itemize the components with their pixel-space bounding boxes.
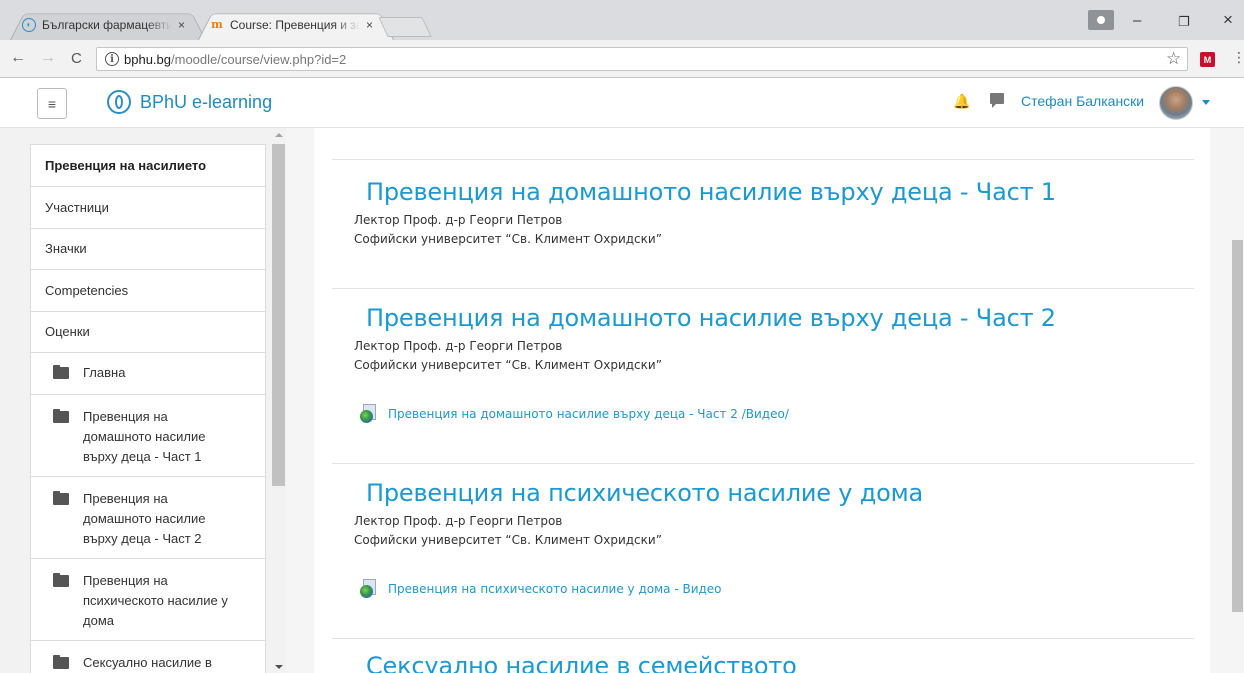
forward-icon[interactable]: →	[40, 49, 56, 67]
folder-icon	[53, 408, 69, 423]
address-path: /moodle/course/view.php?id=2	[171, 51, 347, 67]
drawer-scrollbar[interactable]	[271, 128, 286, 673]
scroll-down-icon[interactable]	[275, 665, 283, 669]
user-menu-name[interactable]: Стефан Балкански	[1021, 93, 1144, 109]
user-menu-caret-icon[interactable]	[1202, 100, 1210, 105]
tab-title: Course: Превенция и за	[230, 17, 360, 32]
window-close-icon[interactable]: ×	[1223, 10, 1233, 30]
address-host: bphu.bg	[124, 51, 171, 67]
profile-icon[interactable]	[1088, 10, 1114, 30]
section-university: Софийски университет “Св. Климент Охридс…	[354, 358, 662, 372]
tab-close-icon[interactable]: ×	[178, 18, 185, 32]
drawer-toggle-button[interactable]: ≡	[37, 88, 67, 119]
moodle-favicon-icon: m	[211, 18, 223, 31]
folder-icon	[53, 490, 69, 505]
course-section-4: Сексуално насилие в семейството	[332, 638, 1194, 673]
activity-label: Превенция на психическото насилие у дома…	[388, 582, 722, 596]
nav-section-3[interactable]: Превенция на психическото насилие у дома	[31, 559, 265, 641]
nav-section-general[interactable]: Главна	[31, 353, 265, 395]
section-title[interactable]: Превенция на домашното насилие върху дец…	[366, 304, 1056, 332]
section-lecturer: Лектор Проф. д-р Георги Петров	[354, 339, 563, 353]
course-content: Превенция на домашното насилие върху дец…	[314, 128, 1210, 673]
globe-shape	[360, 585, 373, 598]
restore-icon[interactable]: ❐	[1178, 14, 1190, 30]
activity-video-link[interactable]: Превенция на домашното насилие върху дец…	[360, 404, 789, 424]
nav-course-title[interactable]: Превенция на насилието	[31, 145, 265, 187]
course-section-1: Превенция на домашното насилие върху дец…	[332, 159, 1194, 288]
section-university: Софийски университет “Св. Климент Охридс…	[354, 533, 662, 547]
site-name-link[interactable]: BPhU e-learning	[140, 92, 272, 113]
nav-competencies[interactable]: Competencies	[31, 270, 265, 312]
course-nav: Превенция на насилието Участници Значки …	[30, 144, 266, 673]
page-scroll-thumb[interactable]	[1232, 240, 1243, 612]
activity-label: Превенция на домашното насилие върху дец…	[388, 407, 789, 421]
tab-title: Български фармацевти	[42, 17, 172, 32]
browser-tab-course[interactable]: m Course: Превенция и за ×	[198, 9, 394, 40]
address-bar[interactable]: i bphu.bg/moodle/course/view.php?id=2	[96, 47, 1188, 71]
folder-icon	[53, 365, 69, 380]
profile-head	[1097, 16, 1105, 24]
site-header: ≡ BPhU e-learning 🔔 Стефан Балкански	[0, 78, 1244, 128]
section-lecturer: Лектор Проф. д-р Георги Петров	[354, 213, 563, 227]
extension-icon[interactable]: M	[1200, 52, 1215, 67]
scroll-up-icon[interactable]	[275, 133, 283, 137]
chat-icon[interactable]	[990, 93, 1004, 108]
section-university: Софийски университет “Св. Климент Охридс…	[354, 232, 662, 246]
nav-section-label: Превенция на психическото насилие у дома	[83, 572, 228, 628]
bookmark-star-icon[interactable]: ☆	[1166, 49, 1181, 69]
section-title[interactable]: Превенция на домашното насилие върху дец…	[366, 178, 1056, 206]
logo-inner	[115, 95, 123, 109]
section-title[interactable]: Превенция на психическото насилие у дома	[366, 479, 923, 507]
section-lecturer: Лектор Проф. д-р Георги Петров	[354, 514, 563, 528]
activity-video-link[interactable]: Превенция на психическото насилие у дома…	[360, 579, 722, 599]
nav-participants[interactable]: Участници	[31, 187, 265, 229]
reload-icon[interactable]: C	[71, 50, 82, 67]
bell-icon[interactable]: 🔔	[953, 93, 970, 110]
course-section-3: Превенция на психическото насилие у дома…	[332, 463, 1194, 638]
page-scrollbar[interactable]	[1231, 128, 1244, 673]
tab-close-icon[interactable]: ×	[366, 18, 373, 32]
globe-shape	[360, 410, 373, 423]
browser-tabstrip: ◐ Български фармацевти × m Course: Преве…	[0, 0, 1244, 40]
nav-section-label: Сексуално насилие в	[83, 654, 212, 670]
nav-section-1[interactable]: Превенция на домашното насилие върху дец…	[31, 395, 265, 477]
course-section-2: Превенция на домашното насилие върху дец…	[332, 288, 1194, 463]
minimize-icon[interactable]: –	[1133, 12, 1141, 29]
url-resource-icon	[360, 404, 378, 424]
url-resource-icon	[360, 579, 378, 599]
nav-section-4[interactable]: Сексуално насилие в	[31, 641, 265, 673]
nav-grades[interactable]: Оценки	[31, 312, 265, 353]
nav-section-2[interactable]: Превенция на домашното насилие върху дец…	[31, 477, 265, 559]
bphu-favicon-icon: ◐	[22, 17, 36, 32]
browser-menu-icon[interactable]: ⋮	[1232, 49, 1244, 66]
avatar[interactable]	[1159, 86, 1193, 120]
folder-icon	[53, 572, 69, 587]
browser-tab-bphu[interactable]: ◐ Български фармацевти ×	[10, 9, 206, 40]
folder-icon	[53, 654, 69, 669]
new-tab-button[interactable]	[378, 17, 432, 37]
nav-drawer: Превенция на насилието Участници Значки …	[0, 128, 286, 673]
nav-section-label: Превенция на домашното насилие върху дец…	[83, 408, 206, 464]
bphu-logo-icon[interactable]	[107, 90, 131, 114]
nav-section-label: Главна	[83, 365, 126, 381]
back-icon[interactable]: ←	[10, 49, 26, 67]
nav-section-label: Превенция на домашното насилие върху дец…	[83, 490, 206, 546]
drawer-scroll-thumb[interactable]	[272, 144, 285, 486]
info-icon[interactable]: i	[105, 52, 119, 66]
browser-toolbar: ← → C i bphu.bg/moodle/course/view.php?i…	[0, 40, 1244, 78]
nav-badges[interactable]: Значки	[31, 229, 265, 270]
section-title[interactable]: Сексуално насилие в семейството	[366, 652, 797, 673]
